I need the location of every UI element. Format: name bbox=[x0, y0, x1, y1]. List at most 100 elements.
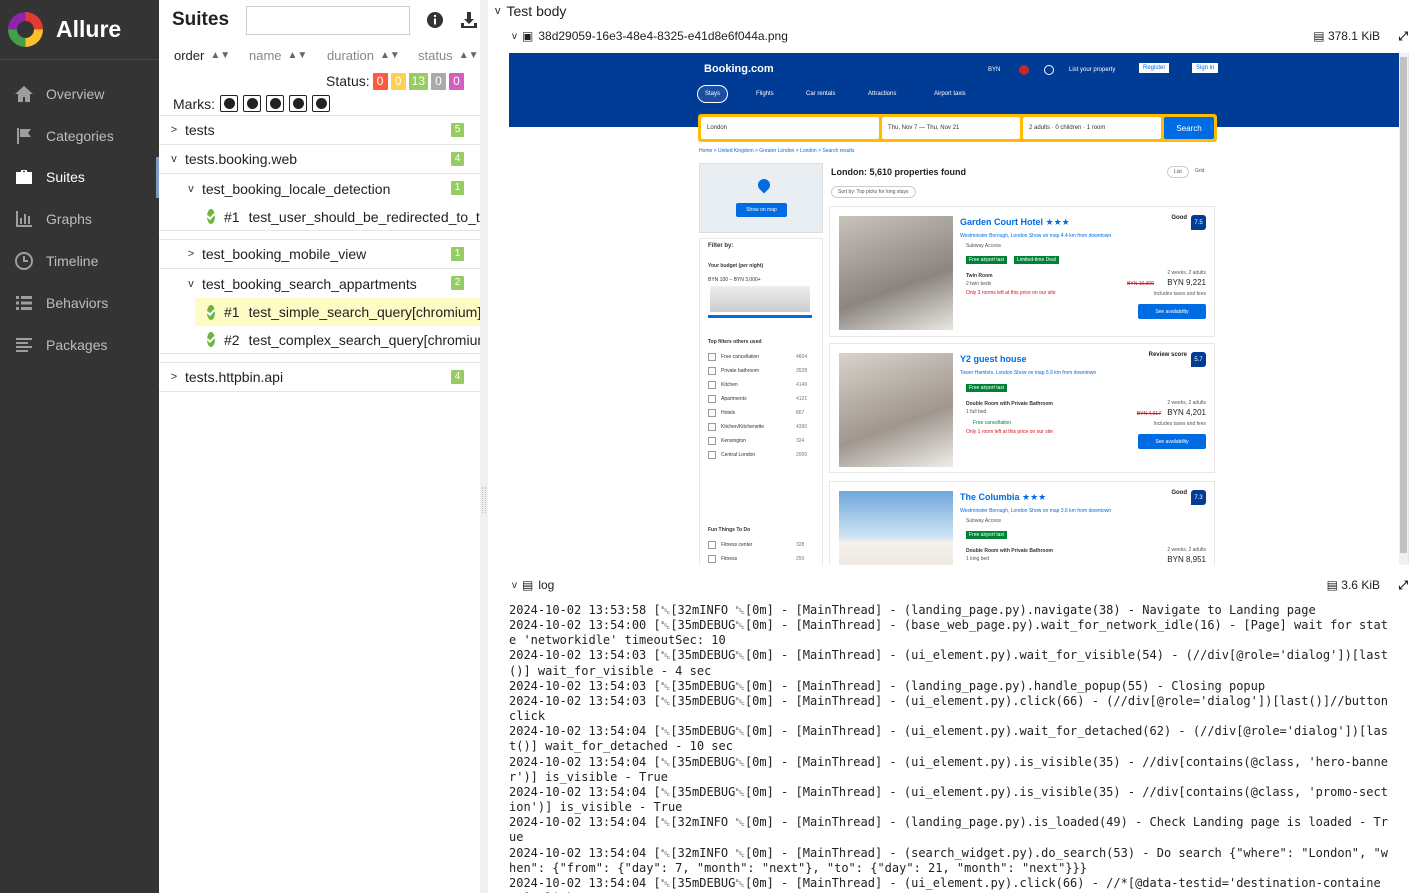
status-broken-badge[interactable]: 0 bbox=[390, 72, 406, 90]
sort-arrows-icon: ▲▼ bbox=[458, 49, 479, 61]
new-broken-mark-icon[interactable] bbox=[289, 95, 307, 112]
tree-group-httpbin-api[interactable]: > tests.httpbin.api 4 bbox=[159, 363, 480, 392]
room-type: Twin Room bbox=[966, 273, 993, 279]
sort-order[interactable]: order ▲▼ bbox=[174, 48, 249, 63]
nav-item-overview[interactable]: Overview bbox=[0, 73, 159, 115]
tree-group-locale-detection[interactable]: v test_booking_locale_detection 1 bbox=[159, 174, 480, 203]
tree-label: test_booking_mobile_view bbox=[202, 246, 367, 262]
info-icon[interactable] bbox=[426, 11, 444, 29]
hotel-access: Subway Access bbox=[966, 518, 1002, 524]
budget-title: Your budget (per night) bbox=[708, 263, 764, 269]
image-scrollbar[interactable] bbox=[1399, 53, 1408, 565]
filter-label: Hotels bbox=[721, 410, 736, 416]
filter-option: Central London 2006 bbox=[708, 451, 807, 459]
bar-chart-icon bbox=[16, 211, 32, 228]
nav-item-suites[interactable]: Suites bbox=[0, 156, 159, 199]
map-thumbnail bbox=[699, 163, 823, 233]
hotel-card: Garden Court Hotel ★★★ Westminster Borou… bbox=[829, 206, 1215, 337]
chevron-down-icon: v bbox=[188, 277, 194, 290]
tree-group-booking-web[interactable]: v tests.booking.web 4 bbox=[159, 145, 480, 174]
nav-label: Graphs bbox=[46, 211, 92, 228]
status-skipped-badge[interactable]: 0 bbox=[431, 72, 446, 90]
text-file-icon: ▤ bbox=[522, 578, 534, 592]
nav-item-graphs[interactable]: Graphs bbox=[0, 198, 159, 240]
nights: 2 weeks, 2 adults bbox=[1167, 400, 1206, 406]
price: BYN 9,221 bbox=[1167, 278, 1206, 287]
filter-count: 328 bbox=[796, 542, 805, 548]
room-left: Only 1 room left at this price on our si… bbox=[966, 429, 1053, 435]
search-input[interactable] bbox=[246, 5, 411, 35]
price: BYN 8,951 bbox=[1167, 555, 1206, 564]
expand-icon[interactable]: ⤢ bbox=[1398, 29, 1408, 44]
list-icon bbox=[16, 295, 32, 310]
nav-item-timeline[interactable]: Timeline bbox=[0, 240, 159, 282]
nav-item-packages[interactable]: Packages bbox=[0, 324, 159, 366]
filter-label: Kitchen/Kitchenette bbox=[721, 424, 765, 430]
test-case-row-selected[interactable]: #1 test_simple_search_query[chromium] ..… bbox=[195, 298, 480, 326]
nav-label: Timeline bbox=[46, 253, 99, 270]
tab-stays: Stays bbox=[697, 85, 729, 103]
status-unknown-badge[interactable]: 0 bbox=[449, 72, 464, 90]
nav-item-categories[interactable]: Categories bbox=[0, 115, 159, 157]
tree-label: tests.booking.web bbox=[185, 151, 298, 167]
count-badge: 1 bbox=[451, 247, 464, 261]
filter-count: 3528 bbox=[796, 368, 808, 374]
new-failed-mark-icon[interactable] bbox=[243, 95, 261, 112]
status-failed-badge[interactable]: 0 bbox=[372, 72, 388, 90]
hotel-name: Garden Court Hotel ★★★ bbox=[960, 217, 1070, 227]
tab-attractions: Attractions bbox=[868, 91, 897, 97]
top-filters-title: Top filters others used bbox=[708, 339, 762, 345]
download-icon[interactable] bbox=[460, 11, 478, 29]
test-body-header[interactable]: v Test body bbox=[488, 0, 1418, 22]
scrollbar-thumb[interactable] bbox=[1400, 57, 1407, 553]
guests-field: 2 adults · 0 children · 1 room bbox=[1023, 117, 1161, 139]
flag-icon bbox=[17, 127, 31, 144]
tree-group-tests[interactable]: > tests 5 bbox=[159, 116, 480, 145]
checkbox-icon bbox=[708, 353, 716, 361]
sort-status[interactable]: status ▲▼ bbox=[418, 48, 478, 63]
filter-option: Hotels 867 bbox=[708, 409, 804, 417]
attachment-log-header[interactable]: v ▤ log ▤ 3.6 KiB ⤢ bbox=[488, 571, 1418, 599]
filter-title: Filter by: bbox=[708, 243, 734, 249]
test-case-row[interactable]: #1 test_user_should_be_redirected_to_the… bbox=[159, 203, 480, 231]
splitter-grip-icon[interactable] bbox=[482, 487, 486, 513]
room-type: Double Room with Private Bathroom bbox=[966, 401, 1053, 407]
chevron-down-icon: v bbox=[188, 182, 194, 195]
tree-group-mobile-view[interactable]: > test_booking_mobile_view 1 bbox=[159, 240, 480, 269]
test-number: #1 bbox=[224, 208, 240, 225]
test-case-row[interactable]: #2 test_complex_search_query[chromium] bbox=[159, 326, 480, 354]
tree-group-search-appartments[interactable]: v test_booking_search_appartments 2 bbox=[159, 269, 480, 298]
flaky-mark-icon[interactable] bbox=[220, 95, 238, 112]
sort-bar: order ▲▼ name ▲▼ duration ▲▼ status ▲▼ bbox=[159, 40, 480, 70]
home-icon bbox=[15, 85, 33, 102]
nav-label: Overview bbox=[46, 85, 105, 102]
attachment-image-header[interactable]: v ▣ 38d29059-16e3-48e4-8325-e41d8e6f044a… bbox=[488, 22, 1418, 50]
sort-label: name bbox=[249, 47, 282, 63]
nav-item-behaviors[interactable]: Behaviors bbox=[0, 282, 159, 324]
retries-mark-icon[interactable] bbox=[312, 95, 330, 112]
hotel-location: Westminster Borough, London Show on map … bbox=[960, 508, 1112, 514]
test-name: test_user_should_be_redirected_to_the_ bbox=[248, 208, 480, 225]
pane-splitter[interactable] bbox=[480, 0, 488, 893]
count-badge: 2 bbox=[451, 276, 464, 290]
checkbox-icon bbox=[708, 367, 716, 375]
tree-label: tests.httpbin.api bbox=[185, 369, 284, 385]
sort-name[interactable]: name ▲▼ bbox=[249, 48, 327, 63]
nav-label: Behaviors bbox=[46, 294, 109, 311]
nights: 2 weeks, 2 adults bbox=[1167, 270, 1206, 276]
show-on-map-button: Show on map bbox=[736, 203, 787, 217]
filter-count: 324 bbox=[796, 438, 805, 444]
new-passed-mark-icon[interactable] bbox=[266, 95, 284, 112]
brand[interactable]: Allure bbox=[0, 0, 159, 60]
tree-label: test_booking_search_appartments bbox=[202, 275, 417, 292]
filter-label: Central London bbox=[721, 452, 756, 458]
expand-icon[interactable]: ⤢ bbox=[1398, 578, 1408, 593]
sort-duration[interactable]: duration ▲▼ bbox=[327, 48, 418, 63]
booking-search-button: Search bbox=[1164, 117, 1214, 139]
count-badge: 4 bbox=[451, 370, 464, 384]
filter-label: Fitness center bbox=[721, 542, 753, 548]
status-passed-badge[interactable]: 13 bbox=[408, 72, 428, 90]
budget-slider bbox=[708, 315, 812, 318]
count-badge: 1 bbox=[451, 181, 464, 195]
filter-label: Private bathroom bbox=[721, 368, 760, 374]
